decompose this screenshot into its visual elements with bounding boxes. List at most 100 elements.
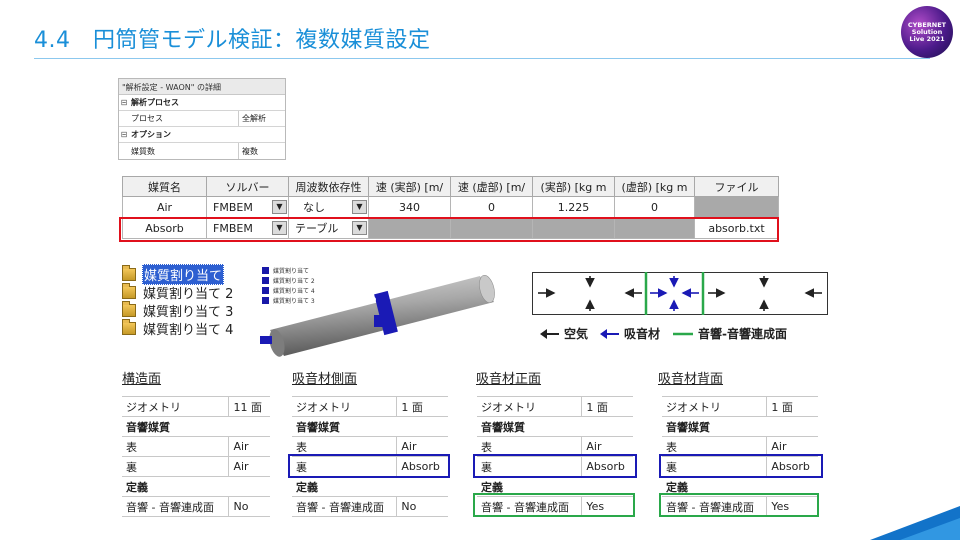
inlet-marker — [260, 336, 272, 344]
folder-icon — [122, 300, 136, 317]
folder-icon — [122, 318, 136, 335]
column-header[interactable]: 媒質名 — [122, 176, 207, 197]
property-key: 媒質数 — [119, 143, 239, 159]
property-key: 表 — [122, 436, 230, 457]
table-row[interactable]: ジオメトリ 1 面 — [292, 396, 448, 417]
cell-density-imag[interactable]: 0 — [614, 196, 695, 218]
back-medium-highlight — [473, 454, 637, 478]
legend-label: 吸音材 — [624, 327, 661, 341]
section-analysis-process[interactable]: ⊟ 解析プロセス — [119, 95, 285, 111]
category-label: 音響媒質 — [477, 416, 633, 437]
cell-file — [694, 196, 779, 218]
table-row[interactable]: ジオメトリ 1 面 — [662, 396, 818, 417]
tree-item-media-assignment-3[interactable]: 媒質割り当て 3 — [122, 300, 234, 320]
property-value[interactable]: 1 面 — [766, 396, 818, 417]
title-divider — [34, 58, 930, 59]
solver-select[interactable]: FMBEM ▼ — [206, 196, 289, 218]
solver-value: FMBEM — [213, 200, 253, 214]
legend-air: 空気 — [540, 325, 588, 342]
details-pane: "解析設定 - WAON" の詳細 ⊟ 解析プロセス プロセス 全解析 ⊟ オプ… — [118, 78, 286, 160]
chevron-down-icon[interactable]: ▼ — [352, 200, 367, 214]
property-value[interactable]: No — [396, 496, 448, 517]
property-value[interactable]: Air — [228, 436, 270, 457]
folder-icon — [122, 282, 136, 299]
table-row: 音響媒質 — [122, 416, 270, 437]
table-row[interactable]: 音響 - 音響連成面 No — [292, 496, 448, 517]
legend-item: 媒質割り当て — [262, 265, 315, 275]
table-row[interactable]: ジオメトリ 1 面 — [477, 396, 633, 417]
legend-swatch — [262, 266, 269, 274]
property-row-process[interactable]: プロセス 全解析 — [119, 111, 285, 127]
frequency-dependence-select[interactable]: なし ▼ — [288, 196, 369, 218]
column-header[interactable]: (実部) [kg m — [532, 176, 615, 197]
table-row[interactable]: 表 Air — [122, 436, 270, 457]
tree-item-media-assignment-4[interactable]: 媒質割り当て 4 — [122, 318, 234, 338]
tree-item-media-assignment-2[interactable]: 媒質割り当て 2 — [122, 282, 234, 302]
property-value[interactable]: 1 面 — [396, 396, 448, 417]
column-header[interactable]: ソルバー — [206, 176, 289, 197]
legend-label: 媒質割り当て 4 — [273, 287, 315, 295]
table-header-row: 媒質名 ソルバー 周波数依存性 速 (実部) [m/ 速 (虚部) [m/ (実… — [122, 176, 779, 197]
property-key: 音響 - 音響連成面 — [122, 496, 230, 517]
section-options[interactable]: ⊟ オプション — [119, 127, 285, 143]
cell-speed-real[interactable]: 340 — [368, 196, 451, 218]
collapse-toggle-icon[interactable]: ⊟ — [119, 130, 129, 139]
column-header[interactable]: 速 (虚部) [m/ — [450, 176, 533, 197]
table-row[interactable]: 音響 - 音響連成面 No — [122, 496, 270, 517]
page-title: 4.4 円筒管モデル検証：複数媒質設定 — [34, 28, 431, 53]
category-label: 定義 — [292, 476, 448, 497]
legend-label: 媒質割り当て 3 — [273, 297, 315, 305]
back-medium-highlight — [659, 454, 823, 478]
property-value[interactable]: No — [228, 496, 270, 517]
cell-density-real[interactable]: 1.225 — [532, 196, 615, 218]
details-pane-title: "解析設定 - WAON" の詳細 — [119, 79, 285, 95]
table-row: 定義 — [292, 476, 448, 497]
category-label: 音響媒質 — [122, 416, 270, 437]
property-value[interactable]: 11 面 — [228, 396, 270, 417]
property-key: ジオメトリ — [477, 396, 583, 417]
column-header[interactable]: (虚部) [kg m — [614, 176, 695, 197]
section-label: 解析プロセス — [131, 98, 179, 107]
medium-arrow-diagram — [532, 272, 828, 315]
frequency-dependence-value: なし — [303, 201, 325, 214]
tree-item-label: 媒質割り当て 4 — [143, 322, 234, 338]
property-value[interactable]: 複数 — [239, 146, 258, 157]
arrow-legend: 空気 吸音材 音響-音響連成面 — [540, 325, 799, 342]
panel-title-absorber-side: 吸音材側面 — [292, 372, 358, 387]
section-label: オプション — [131, 130, 171, 139]
column-header[interactable]: 速 (実部) [m/ — [368, 176, 451, 197]
property-key: プロセス — [119, 111, 239, 126]
table-row[interactable]: 裏 Air — [122, 456, 270, 477]
media-assignment-tree: 媒質割り当て 媒質割り当て 2 媒質割り当て 3 媒質割り当て 4 — [122, 263, 234, 338]
legend-swatch — [262, 276, 269, 284]
logo-line-3: Live 2021 — [909, 34, 945, 43]
table-row: 音響媒質 — [292, 416, 448, 437]
table-row[interactable]: Air FMBEM ▼ なし ▼ 340 0 1.225 0 — [122, 196, 779, 218]
collapse-toggle-icon[interactable]: ⊟ — [119, 98, 129, 107]
coupling-face-highlight — [659, 493, 819, 517]
property-row-media-count[interactable]: 媒質数 複数 — [119, 143, 285, 159]
event-logo: CYBERNET Solution Live 2021 — [901, 6, 953, 58]
cell-speed-imag[interactable]: 0 — [450, 196, 533, 218]
property-key: ジオメトリ — [292, 396, 398, 417]
property-value[interactable]: 全解析 — [239, 113, 266, 124]
legend-swatch — [262, 296, 269, 304]
category-label: 定義 — [122, 476, 270, 497]
column-header[interactable]: ファイル — [694, 176, 779, 197]
column-header[interactable]: 周波数依存性 — [288, 176, 369, 197]
table-row[interactable]: ジオメトリ 11 面 — [122, 396, 270, 417]
back-medium-highlight — [288, 454, 450, 478]
legend-label: 媒質割り当て — [273, 267, 310, 275]
property-value[interactable]: Air — [228, 456, 270, 477]
legend-absorber: 吸音材 — [600, 325, 660, 342]
tree-item-label: 媒質割り当て — [142, 263, 225, 285]
cell-media-name[interactable]: Air — [122, 196, 207, 218]
line-swatch-icon — [673, 332, 694, 335]
arrow-left-icon — [540, 328, 559, 339]
legend-label: 媒質割り当て 2 — [273, 277, 315, 285]
property-value[interactable]: 1 面 — [581, 396, 633, 417]
tree-item-media-assignment-1[interactable]: 媒質割り当て — [122, 263, 234, 285]
legend-item: 媒質割り当て 2 — [262, 275, 315, 285]
legend-item: 媒質割り当て 4 — [262, 285, 315, 295]
chevron-down-icon[interactable]: ▼ — [272, 200, 287, 214]
